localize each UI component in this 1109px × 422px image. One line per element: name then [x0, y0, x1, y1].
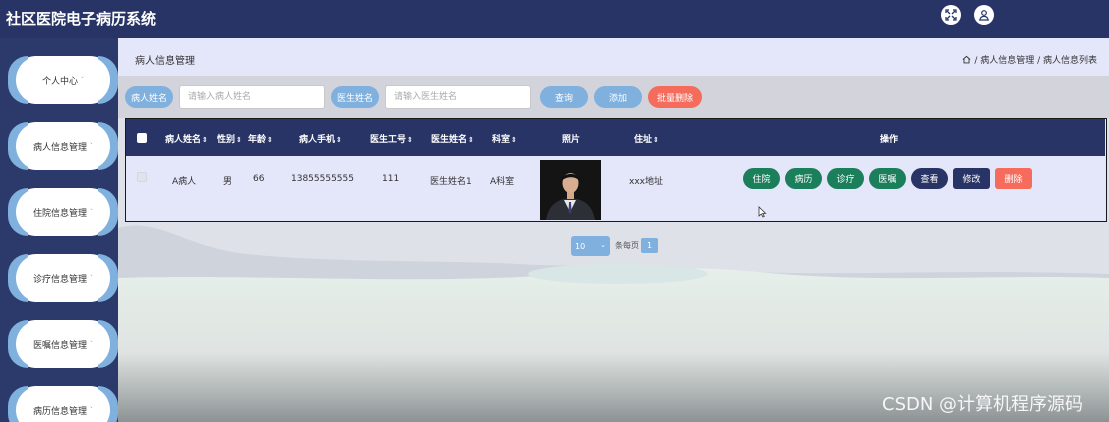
sort-icon: ⇕ — [653, 136, 659, 144]
top-bar: 社区医院电子病历系统 — [0, 0, 1109, 38]
medical-order-button[interactable]: 医嘱 — [869, 168, 906, 189]
cell-gender: 男 — [223, 177, 233, 187]
sort-icon: ⇕ — [336, 136, 342, 144]
watermark-text: CSDN @计算机程序源码 — [882, 394, 1084, 415]
sidebar-item-treatment-info[interactable]: 诊疗信息管理 ˇ — [8, 254, 118, 302]
sidebar-item-label: 医嘱信息管理 — [32, 340, 87, 351]
patient-table: 病人姓名⇕ 性别⇕ 年龄⇕ 病人手机⇕ 医生工号⇕ 医生姓名⇕ 科室⇕ 照片 住… — [125, 118, 1107, 222]
query-button[interactable]: 查询 — [540, 86, 588, 108]
column-header-gender[interactable]: 性别⇕ — [217, 132, 242, 145]
select-all-checkbox[interactable] — [137, 133, 147, 143]
treatment-button[interactable]: 诊疗 — [827, 168, 864, 189]
sidebar-item-label: 住院信息管理 — [32, 208, 87, 219]
chevron-down-icon: ˇ — [90, 142, 93, 150]
app-title: 社区医院电子病历系统 — [6, 10, 157, 28]
sidebar-item-orders-info[interactable]: 医嘱信息管理 ˇ — [8, 320, 118, 368]
cell-address: xxx地址 — [629, 177, 663, 187]
sidebar: 个人中心 ˇ 病人信息管理 ˇ 住院信息管理 ˇ 诊疗信息管理 ˇ 医嘱信息管理 ˇ 病历… — [0, 38, 118, 422]
sidebar-item-label: 病历信息管理 — [32, 406, 87, 417]
sort-icon: ⇕ — [511, 136, 517, 144]
sort-icon: ⇕ — [407, 136, 413, 144]
sidebar-item-inpatient-info[interactable]: 住院信息管理 ˇ — [8, 188, 118, 236]
column-header-actions: 操作 — [880, 135, 899, 145]
chevron-down-icon: ˇ — [90, 208, 93, 216]
page-title: 病人信息管理 — [135, 56, 195, 67]
sidebar-item-patient-info[interactable]: 病人信息管理 ˇ — [8, 122, 118, 170]
column-header-patient-name[interactable]: 病人姓名⇕ — [165, 132, 208, 145]
chevron-down-icon: ˇ — [81, 76, 84, 84]
cell-doctor-id: 111 — [382, 174, 400, 184]
medical-record-button[interactable]: 病历 — [785, 168, 822, 189]
column-header-photo: 照片 — [562, 135, 581, 145]
sort-icon: ⇕ — [267, 136, 273, 144]
patient-name-label: 病人姓名 — [125, 86, 173, 108]
patient-photo — [540, 160, 601, 220]
patient-name-input[interactable] — [179, 85, 325, 109]
edit-button[interactable]: 修改 — [953, 168, 990, 189]
row-checkbox[interactable] — [137, 172, 147, 182]
page-size-select[interactable]: 10 ⌄ — [571, 236, 610, 256]
search-bar: 病人姓名 医生姓名 查询 添加 批量删除 — [118, 76, 1109, 118]
sidebar-item-label: 个人中心 — [41, 76, 78, 87]
column-header-age[interactable]: 年龄⇕ — [248, 132, 273, 145]
fullscreen-icon[interactable] — [941, 5, 961, 25]
column-header-doctor-id[interactable]: 医生工号⇕ — [370, 132, 413, 145]
chevron-down-icon: ˇ — [90, 274, 93, 282]
cell-phone: 13855555555 — [291, 174, 354, 184]
per-page-label: 条每页 — [615, 241, 639, 250]
doctor-name-label: 医生姓名 — [331, 86, 379, 108]
sort-icon: ⇕ — [202, 136, 208, 144]
sidebar-item-label: 诊疗信息管理 — [32, 274, 87, 285]
page-number-1[interactable]: 1 — [641, 238, 658, 253]
cell-department: A科室 — [490, 177, 515, 187]
user-icon[interactable] — [974, 5, 994, 25]
add-button[interactable]: 添加 — [594, 86, 642, 108]
cell-patient-name: A病人 — [172, 177, 197, 187]
sort-icon: ⇕ — [236, 136, 242, 144]
chevron-down-icon: ˇ — [90, 340, 93, 348]
doctor-name-input[interactable] — [385, 85, 531, 109]
inpatient-button[interactable]: 住院 — [743, 168, 780, 189]
page-header: 病人信息管理 / 病人信息管理 / 病人信息列表 — [118, 38, 1109, 76]
breadcrumb: / 病人信息管理 / 病人信息列表 — [962, 53, 1097, 66]
sidebar-item-label: 病人信息管理 — [32, 142, 87, 153]
cell-age: 66 — [253, 174, 265, 184]
sidebar-item-records-info[interactable]: 病历信息管理 ˇ — [8, 386, 118, 422]
mouse-cursor-icon — [758, 206, 767, 218]
breadcrumb-text: / 病人信息管理 / 病人信息列表 — [974, 56, 1097, 66]
chevron-down-icon: ˇ — [90, 406, 93, 414]
column-header-doctor-name[interactable]: 医生姓名⇕ — [431, 132, 474, 145]
column-header-address[interactable]: 住址⇕ — [634, 132, 659, 145]
view-button[interactable]: 查看 — [911, 168, 948, 189]
table-header: 病人姓名⇕ 性别⇕ 年龄⇕ 病人手机⇕ 医生工号⇕ 医生姓名⇕ 科室⇕ 照片 住… — [126, 119, 1105, 156]
batch-delete-button[interactable]: 批量删除 — [648, 86, 702, 108]
column-header-phone[interactable]: 病人手机⇕ — [299, 132, 342, 145]
home-icon[interactable] — [962, 55, 971, 64]
cell-doctor-name: 医生姓名1 — [430, 177, 472, 187]
column-header-department[interactable]: 科室⇕ — [492, 132, 517, 145]
sidebar-item-personal-center[interactable]: 个人中心 ˇ — [8, 56, 118, 104]
sort-icon: ⇕ — [468, 136, 474, 144]
main-content: 病人信息管理 / 病人信息管理 / 病人信息列表 病人姓名 医生姓名 查询 添加… — [118, 38, 1109, 422]
chevron-down-icon: ⌄ — [600, 241, 606, 249]
delete-button[interactable]: 删除 — [995, 168, 1032, 189]
